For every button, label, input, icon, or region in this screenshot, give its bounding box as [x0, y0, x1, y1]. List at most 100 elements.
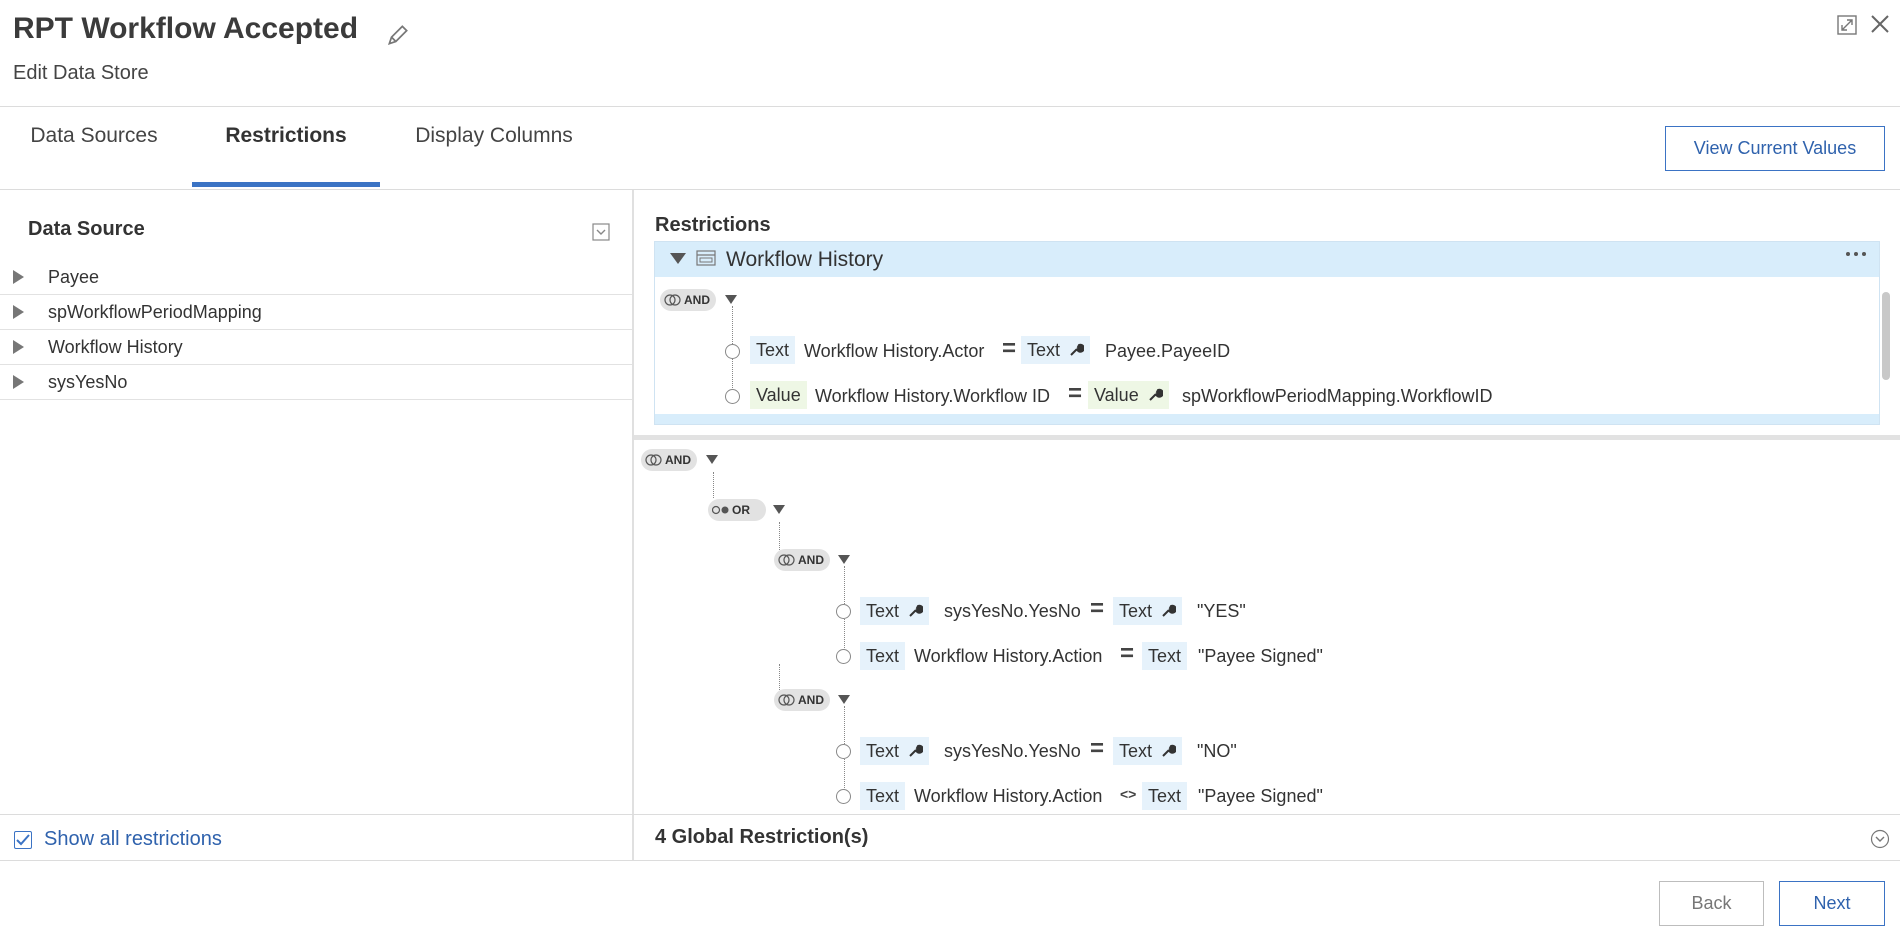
right-value[interactable]: spWorkflowPeriodMapping.WorkflowID	[1182, 382, 1492, 410]
tab-restrictions[interactable]: Restrictions	[192, 124, 380, 188]
and-group-toggle[interactable]: AND	[774, 689, 830, 711]
collapse-caret-icon[interactable]	[670, 253, 686, 264]
page-subtitle: Edit Data Store	[13, 62, 149, 84]
row-select-radio[interactable]	[836, 789, 851, 804]
left-type-chip[interactable]: Text	[750, 336, 796, 364]
group-caret-icon[interactable]	[706, 455, 718, 464]
right-type-chip[interactable]: Text	[1113, 597, 1183, 625]
row-select-radio[interactable]	[725, 389, 740, 404]
right-type-chip[interactable]: Text	[1113, 737, 1183, 765]
and-group-toggle[interactable]: AND	[660, 289, 716, 311]
data-source-title: Data Source	[28, 218, 145, 240]
workflow-history-section-title: Workflow History	[726, 248, 884, 271]
tabs-divider	[0, 189, 1900, 190]
root-and-group-toggle[interactable]: AND	[641, 449, 697, 471]
back-button[interactable]: Back	[1659, 881, 1764, 926]
right-value[interactable]: Payee.PayeeID	[1105, 337, 1230, 365]
show-all-checkbox[interactable]	[14, 830, 32, 849]
left-type-chip[interactable]: Text	[860, 737, 930, 765]
page-title: RPT Workflow Accepted	[13, 12, 359, 45]
expand-arrow-icon[interactable]	[13, 375, 24, 389]
scrollbar-thumb[interactable]	[1882, 292, 1890, 380]
group-operator-label: AND	[665, 453, 691, 467]
operator[interactable]: =	[1090, 735, 1104, 763]
bottom-divider	[0, 814, 1900, 815]
wrench-icon	[909, 744, 924, 757]
row-select-radio[interactable]	[836, 604, 851, 619]
left-field[interactable]: Workflow History.Action	[914, 782, 1102, 810]
right-value[interactable]: "Payee Signed"	[1198, 782, 1323, 810]
expand-arrow-icon[interactable]	[13, 340, 24, 354]
active-tab-indicator	[192, 182, 380, 187]
expand-global-icon[interactable]	[1870, 829, 1890, 849]
left-field[interactable]: Workflow History.Workflow ID	[815, 382, 1050, 410]
operator[interactable]: =	[1120, 640, 1134, 668]
right-type-chip[interactable]: Text	[1021, 336, 1091, 364]
or-group-toggle[interactable]: OR	[708, 499, 766, 521]
wrench-icon	[1070, 343, 1085, 356]
data-source-item-spworkflowperiodmapping[interactable]: spWorkflowPeriodMapping	[0, 295, 632, 330]
left-type-chip[interactable]: Text	[860, 642, 906, 670]
more-options-icon[interactable]	[1844, 246, 1868, 262]
tab-data-sources[interactable]: Data Sources	[30, 124, 158, 188]
right-value[interactable]: "Payee Signed"	[1198, 642, 1323, 670]
right-type-chip[interactable]: Value	[1088, 381, 1169, 409]
left-field[interactable]: Workflow History.Action	[914, 642, 1102, 670]
group-caret-icon[interactable]	[838, 695, 850, 704]
tree-connector	[713, 472, 714, 498]
group-operator-label: AND	[798, 693, 824, 707]
group-operator-label: OR	[732, 503, 750, 517]
data-source-label: spWorkflowPeriodMapping	[48, 302, 262, 322]
left-type-chip[interactable]: Text	[860, 782, 906, 810]
right-type-chip[interactable]: Text	[1142, 782, 1188, 810]
checkmark-icon	[16, 833, 30, 845]
group-caret-icon[interactable]	[773, 505, 785, 514]
table-icon	[696, 250, 716, 266]
and-toggle-icon	[778, 694, 795, 706]
or-toggle-icon	[712, 505, 729, 515]
row-select-radio[interactable]	[725, 344, 740, 359]
left-field[interactable]: sysYesNo.YesNo	[944, 737, 1081, 765]
operator[interactable]: <>	[1120, 784, 1136, 804]
data-source-label: Payee	[48, 267, 100, 287]
right-value[interactable]: "NO"	[1197, 737, 1237, 765]
next-button[interactable]: Next	[1779, 881, 1885, 926]
group-operator-label: AND	[798, 553, 824, 567]
group-caret-icon[interactable]	[838, 555, 850, 564]
data-source-label: Workflow History	[48, 337, 183, 357]
data-source-label: sysYesNo	[48, 372, 128, 392]
right-type-chip[interactable]: Text	[1142, 642, 1188, 670]
show-all-restrictions-toggle[interactable]: Show all restrictions	[14, 828, 222, 851]
row-select-radio[interactable]	[836, 744, 851, 759]
operator[interactable]: =	[1002, 335, 1016, 363]
group-caret-icon[interactable]	[725, 295, 737, 304]
show-all-label: Show all restrictions	[44, 828, 222, 850]
group-operator-label: AND	[684, 293, 710, 307]
close-icon[interactable]	[1868, 12, 1892, 36]
and-toggle-icon	[664, 294, 681, 306]
and-group-toggle[interactable]: AND	[774, 549, 830, 571]
operator[interactable]: =	[1068, 380, 1082, 408]
left-type-chip[interactable]: Value	[750, 381, 807, 409]
row-select-radio[interactable]	[836, 649, 851, 664]
and-toggle-icon	[778, 554, 795, 566]
expand-icon[interactable]	[1836, 14, 1858, 36]
collapse-all-icon[interactable]	[591, 222, 611, 242]
footer-divider	[0, 860, 1900, 861]
left-field[interactable]: sysYesNo.YesNo	[944, 597, 1081, 625]
tab-display-columns[interactable]: Display Columns	[414, 124, 574, 188]
pencil-edit-icon[interactable]	[385, 22, 411, 48]
data-source-item-sysyesno[interactable]: sysYesNo	[0, 365, 632, 400]
expand-arrow-icon[interactable]	[13, 270, 24, 284]
global-restrictions-count: 4 Global Restriction(s)	[655, 826, 869, 848]
data-source-item-workflow-history[interactable]: Workflow History	[0, 330, 632, 365]
right-value[interactable]: "YES"	[1197, 597, 1246, 625]
view-current-values-button[interactable]: View Current Values	[1665, 126, 1885, 171]
operator[interactable]: =	[1090, 595, 1104, 623]
left-field[interactable]: Workflow History.Actor	[804, 337, 984, 365]
expand-arrow-icon[interactable]	[13, 305, 24, 319]
data-source-item-payee[interactable]: Payee	[0, 260, 632, 295]
workflow-history-footer	[655, 414, 1879, 424]
left-type-chip[interactable]: Text	[860, 597, 930, 625]
wrench-icon	[1148, 388, 1163, 401]
